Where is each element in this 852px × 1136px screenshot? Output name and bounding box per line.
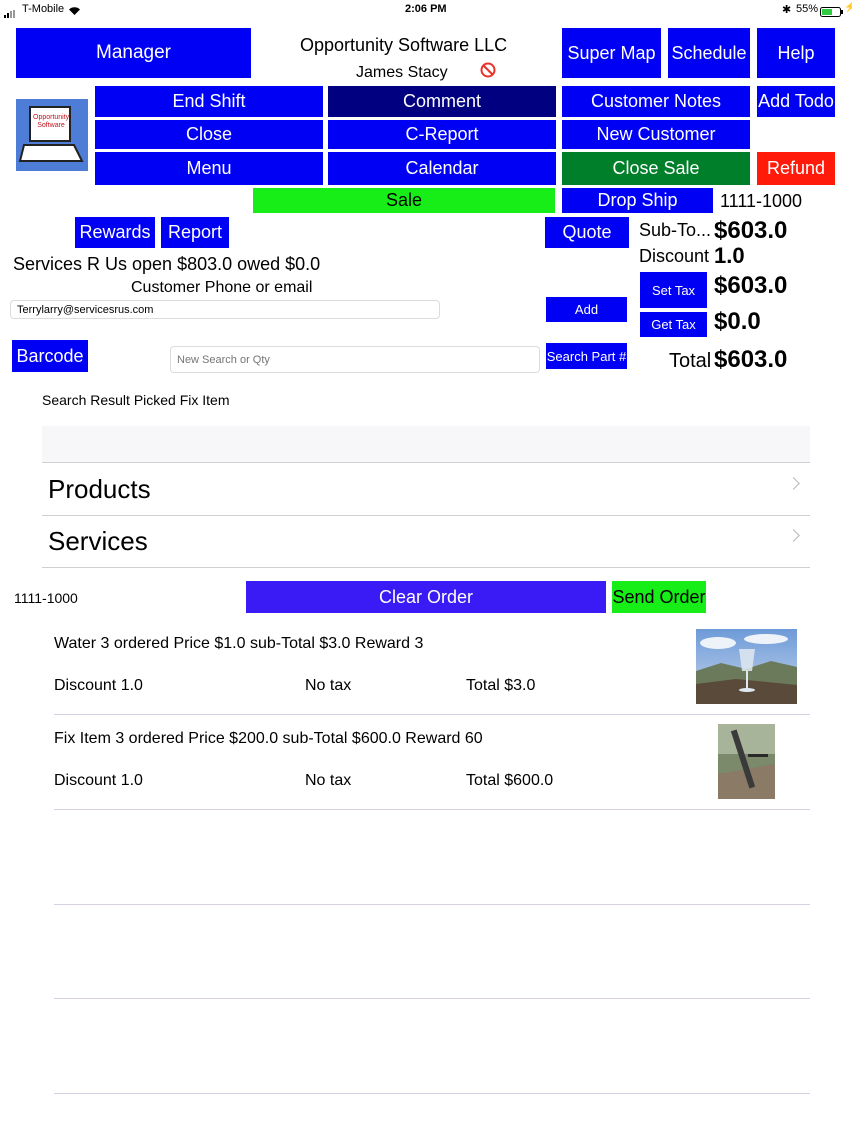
chevron-right-icon [787,477,800,490]
order-ref: 1111-1000 [14,590,78,606]
order-item[interactable]: Water 3 ordered Price $1.0 sub-Total $3.… [0,618,852,714]
get-tax-value: $0.0 [714,308,761,335]
user-name: James Stacy [356,64,448,81]
order-item-discount: Discount 1.0 [54,772,143,789]
order-item-discount: Discount 1.0 [54,677,143,694]
calendar-button[interactable]: Calendar [328,152,556,185]
order-item-total: Total $3.0 [466,677,536,694]
carrier-label: T-Mobile [22,3,65,15]
total-value: $603.0 [714,346,788,373]
order-item-tax: No tax [305,772,352,789]
tax-value: $603.0 [714,272,788,299]
order-number: 1111-1000 [720,191,803,211]
divider [54,904,810,905]
drop-ship-button[interactable]: Drop Ship [562,188,713,213]
comment-button[interactable]: Comment [328,86,556,117]
company-name: Opportunity Software LLC [300,35,508,55]
report-button[interactable]: Report [161,217,229,248]
wifi-icon [68,3,81,21]
discount-label: Discount [639,246,710,266]
total-label: Total [669,350,712,372]
divider [54,998,810,999]
bluetooth-icon: ✱ [782,4,792,16]
divider [54,809,810,810]
schedule-button[interactable]: Schedule [668,28,750,78]
status-bar: T-Mobile 2:06 PM ✱ 55% ⚡ [0,0,852,18]
menu-button[interactable]: Menu [95,152,323,185]
add-button[interactable]: Add [546,297,627,322]
app-logo: Opportunity Software [16,99,88,171]
customer-phone-label: Customer Phone or email [131,279,313,296]
rewards-button[interactable]: Rewards [75,217,155,248]
help-button[interactable]: Help [757,28,835,78]
add-todo-button[interactable]: Add Todo [757,86,835,117]
subtotal-value: $603.0 [714,217,788,244]
clock: 2:06 PM [405,3,447,15]
fix-item-photo [718,724,775,799]
manager-button[interactable]: Manager [16,28,251,78]
refund-button[interactable]: Refund [757,152,835,185]
category-row-services[interactable]: Services [42,515,810,568]
signal-icon [4,5,18,18]
quote-button[interactable]: Quote [545,217,629,248]
logo-text: Opportunity Software [33,114,70,129]
close-sale-button[interactable]: Close Sale [562,152,750,185]
sale-button[interactable]: Sale [253,188,555,213]
order-item[interactable]: Fix Item 3 ordered Price $200.0 sub-Tota… [0,715,852,809]
category-row-products[interactable]: Products [42,463,810,516]
category-label: Services [48,525,148,556]
clear-order-button[interactable]: Clear Order [246,581,606,613]
order-item-tax: No tax [305,677,352,694]
send-order-button[interactable]: Send Order [612,581,706,613]
discount-value: 1.0 [714,243,745,268]
c-report-button[interactable]: C-Report [328,120,556,149]
chevron-right-icon [787,529,800,542]
customer-email-field[interactable] [10,300,440,319]
customer-summary: Services R Us open $803.0 owed $0.0 [13,254,321,274]
battery-percent: 55% [796,3,819,15]
divider [54,1093,810,1094]
new-customer-button[interactable]: New Customer [562,120,750,149]
subtotal-label: Sub-To... [639,220,712,240]
close-button[interactable]: Close [95,120,323,149]
set-tax-button[interactable]: Set Tax [640,272,707,308]
get-tax-button[interactable]: Get Tax [640,312,707,337]
category-label: Products [48,473,151,504]
list-header [42,426,810,463]
charging-icon: ⚡ [844,2,852,13]
order-item-total: Total $600.0 [466,772,554,789]
barcode-button[interactable]: Barcode [12,340,88,372]
end-shift-button[interactable]: End Shift [95,86,323,117]
battery-icon [820,4,844,22]
super-map-button[interactable]: Super Map [562,28,661,78]
order-item-line: Water 3 ordered Price $1.0 sub-Total $3.… [54,635,424,652]
water-glass-photo [696,629,797,704]
order-item-line: Fix Item 3 ordered Price $200.0 sub-Tota… [54,730,483,747]
customer-notes-button[interactable]: Customer Notes [562,86,750,117]
search-result-label: Search Result Picked Fix Item [42,392,230,408]
search-part-button[interactable]: Search Part # [546,343,627,369]
blocked-icon[interactable] [480,62,496,78]
search-input[interactable] [170,346,540,373]
